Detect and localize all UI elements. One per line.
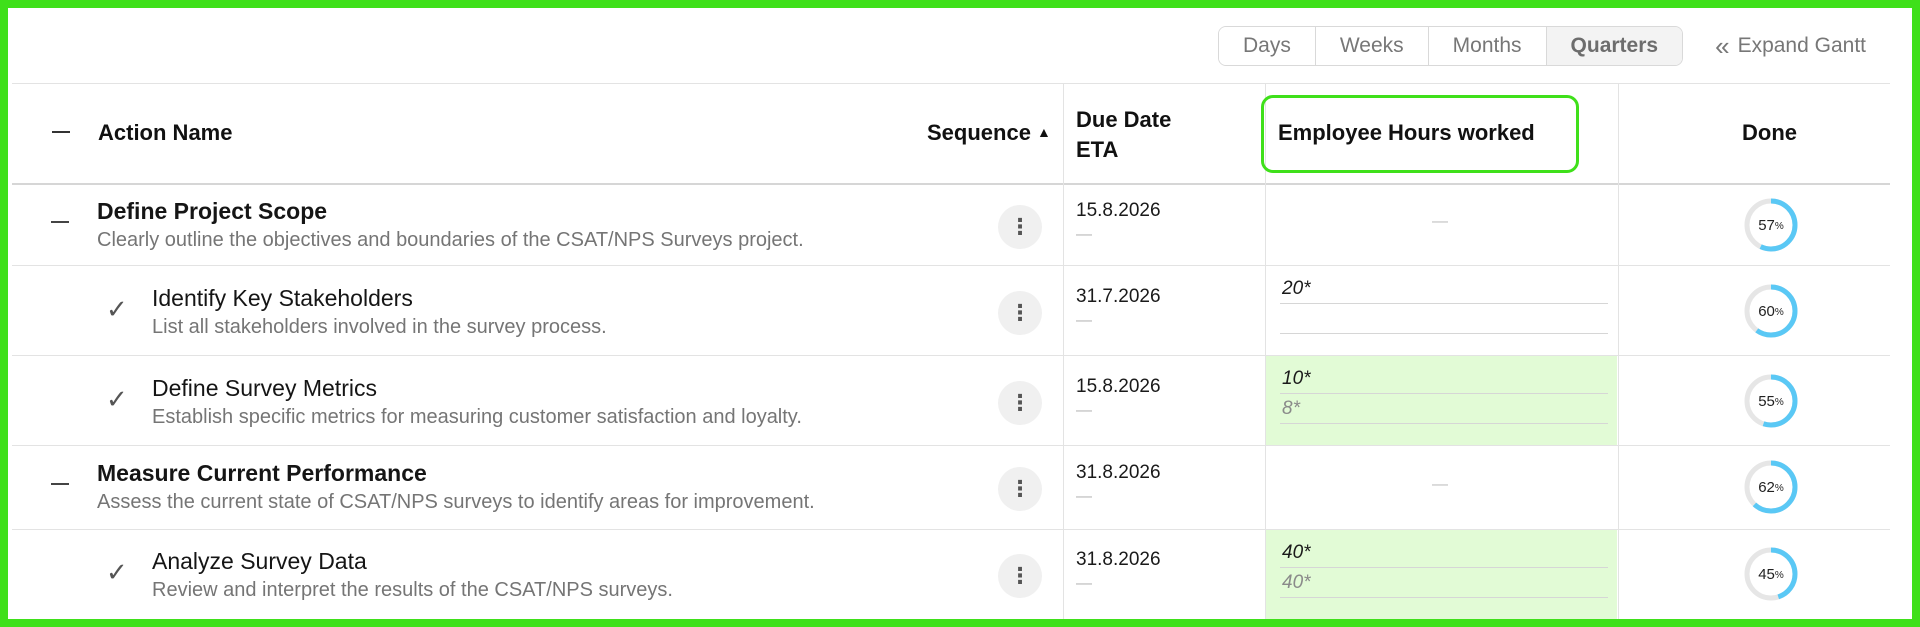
due-date-header-line1: Due Date xyxy=(1076,107,1172,132)
kebab-menu-icon[interactable]: ⋮ xyxy=(998,291,1042,335)
due-date-value[interactable]: 15.8.2026 xyxy=(1076,200,1161,222)
row-title[interactable]: Identify Key Stakeholders xyxy=(152,285,413,312)
progress-donut: 45% xyxy=(1742,545,1800,603)
progress-percent-label: 60% xyxy=(1758,302,1784,320)
progress-donut: 62% xyxy=(1742,458,1800,516)
due-date-secondary: — xyxy=(1076,226,1092,243)
kebab-menu-icon[interactable]: ⋮ xyxy=(998,467,1042,511)
hours-cell[interactable]: 10* 8* xyxy=(1266,356,1617,445)
row-title[interactable]: Define Project Scope xyxy=(97,198,327,225)
due-date-secondary: — xyxy=(1076,575,1092,592)
row-description: Clearly outline the objectives and bound… xyxy=(97,229,804,251)
sequence-header-label: Sequence xyxy=(927,120,1031,145)
sort-ascending-icon: ▲ xyxy=(1036,124,1051,140)
progress-donut: 55% xyxy=(1742,372,1800,430)
row-description: Establish specific metrics for measuring… xyxy=(152,406,802,428)
hours-empty-value: — xyxy=(1432,213,1448,230)
hours-divider xyxy=(1280,567,1608,568)
header-bottom-border xyxy=(12,183,1890,185)
column-divider xyxy=(1618,84,1619,619)
due-date-value[interactable]: 31.8.2026 xyxy=(1076,462,1161,484)
hours-divider xyxy=(1280,303,1608,304)
hours-cell[interactable]: 40* 40* xyxy=(1266,530,1617,619)
gantt-toolbar: Days Weeks Months Quarters « Expand Gant… xyxy=(1218,26,1866,66)
scale-weeks-button[interactable]: Weeks xyxy=(1315,27,1429,65)
progress-percent-label: 55% xyxy=(1758,392,1784,410)
due-date-header-line2: ETA xyxy=(1076,137,1119,162)
hours-empty-value: — xyxy=(1432,476,1448,493)
kebab-menu-icon[interactable]: ⋮ xyxy=(998,554,1042,598)
progress-percent-label: 62% xyxy=(1758,478,1784,496)
column-header-due-date[interactable]: Due Date ETA xyxy=(1076,105,1171,165)
due-date-secondary: — xyxy=(1076,488,1092,505)
row-description: Review and interpret the results of the … xyxy=(152,579,673,601)
due-date-value[interactable]: 15.8.2026 xyxy=(1076,376,1161,398)
hours-divider xyxy=(1280,393,1608,394)
row-divider xyxy=(12,445,1890,446)
collapse-row-icon[interactable] xyxy=(51,221,69,223)
progress-donut: 57% xyxy=(1742,196,1800,254)
gantt-table-view: Days Weeks Months Quarters « Expand Gant… xyxy=(8,8,1912,619)
check-icon: ✓ xyxy=(106,384,128,414)
table-top-border xyxy=(12,83,1890,84)
progress-percent-label: 45% xyxy=(1758,565,1784,583)
column-header-done[interactable]: Done xyxy=(1742,120,1797,146)
hours-cell[interactable]: 20* xyxy=(1266,266,1617,355)
hours-actual-value[interactable]: 40* xyxy=(1282,572,1311,594)
hours-divider xyxy=(1280,333,1608,334)
row-title[interactable]: Define Survey Metrics xyxy=(152,375,377,402)
column-divider xyxy=(1063,84,1064,619)
check-icon: ✓ xyxy=(106,557,128,587)
row-description: Assess the current state of CSAT/NPS sur… xyxy=(97,491,815,513)
due-date-value[interactable]: 31.7.2026 xyxy=(1076,286,1161,308)
row-title[interactable]: Measure Current Performance xyxy=(97,460,427,487)
kebab-menu-icon[interactable]: ⋮ xyxy=(998,205,1042,249)
collapse-all-icon[interactable] xyxy=(52,131,70,133)
progress-donut: 60% xyxy=(1742,282,1800,340)
row-title[interactable]: Analyze Survey Data xyxy=(152,548,367,575)
hours-divider xyxy=(1280,423,1608,424)
due-date-secondary: — xyxy=(1076,402,1092,419)
hours-divider xyxy=(1280,597,1608,598)
double-chevron-left-icon: « xyxy=(1715,31,1730,61)
hours-actual-value[interactable]: 8* xyxy=(1282,398,1300,420)
due-date-value[interactable]: 31.8.2026 xyxy=(1076,549,1161,571)
expand-gantt-label: Expand Gantt xyxy=(1737,34,1866,57)
hours-planned-value[interactable]: 40* xyxy=(1282,542,1311,564)
check-icon: ✓ xyxy=(106,294,128,324)
scale-quarters-button[interactable]: Quarters xyxy=(1546,27,1683,65)
expand-gantt-button[interactable]: « Expand Gantt xyxy=(1715,33,1866,59)
progress-percent-label: 57% xyxy=(1758,216,1784,234)
column-header-action-name[interactable]: Action Name xyxy=(98,120,232,146)
kebab-menu-icon[interactable]: ⋮ xyxy=(998,381,1042,425)
scale-months-button[interactable]: Months xyxy=(1428,27,1547,65)
column-header-sequence[interactable]: Sequence ▲ xyxy=(927,120,1051,146)
column-header-employee-hours[interactable]: Employee Hours worked xyxy=(1278,120,1535,146)
scale-days-button[interactable]: Days xyxy=(1219,27,1316,65)
row-description: List all stakeholders involved in the su… xyxy=(152,316,607,338)
hours-planned-value[interactable]: 10* xyxy=(1282,368,1311,390)
due-date-secondary: — xyxy=(1076,312,1092,329)
time-scale-selector: Days Weeks Months Quarters xyxy=(1218,26,1684,66)
hours-planned-value[interactable]: 20* xyxy=(1282,278,1311,300)
collapse-row-icon[interactable] xyxy=(51,483,69,485)
